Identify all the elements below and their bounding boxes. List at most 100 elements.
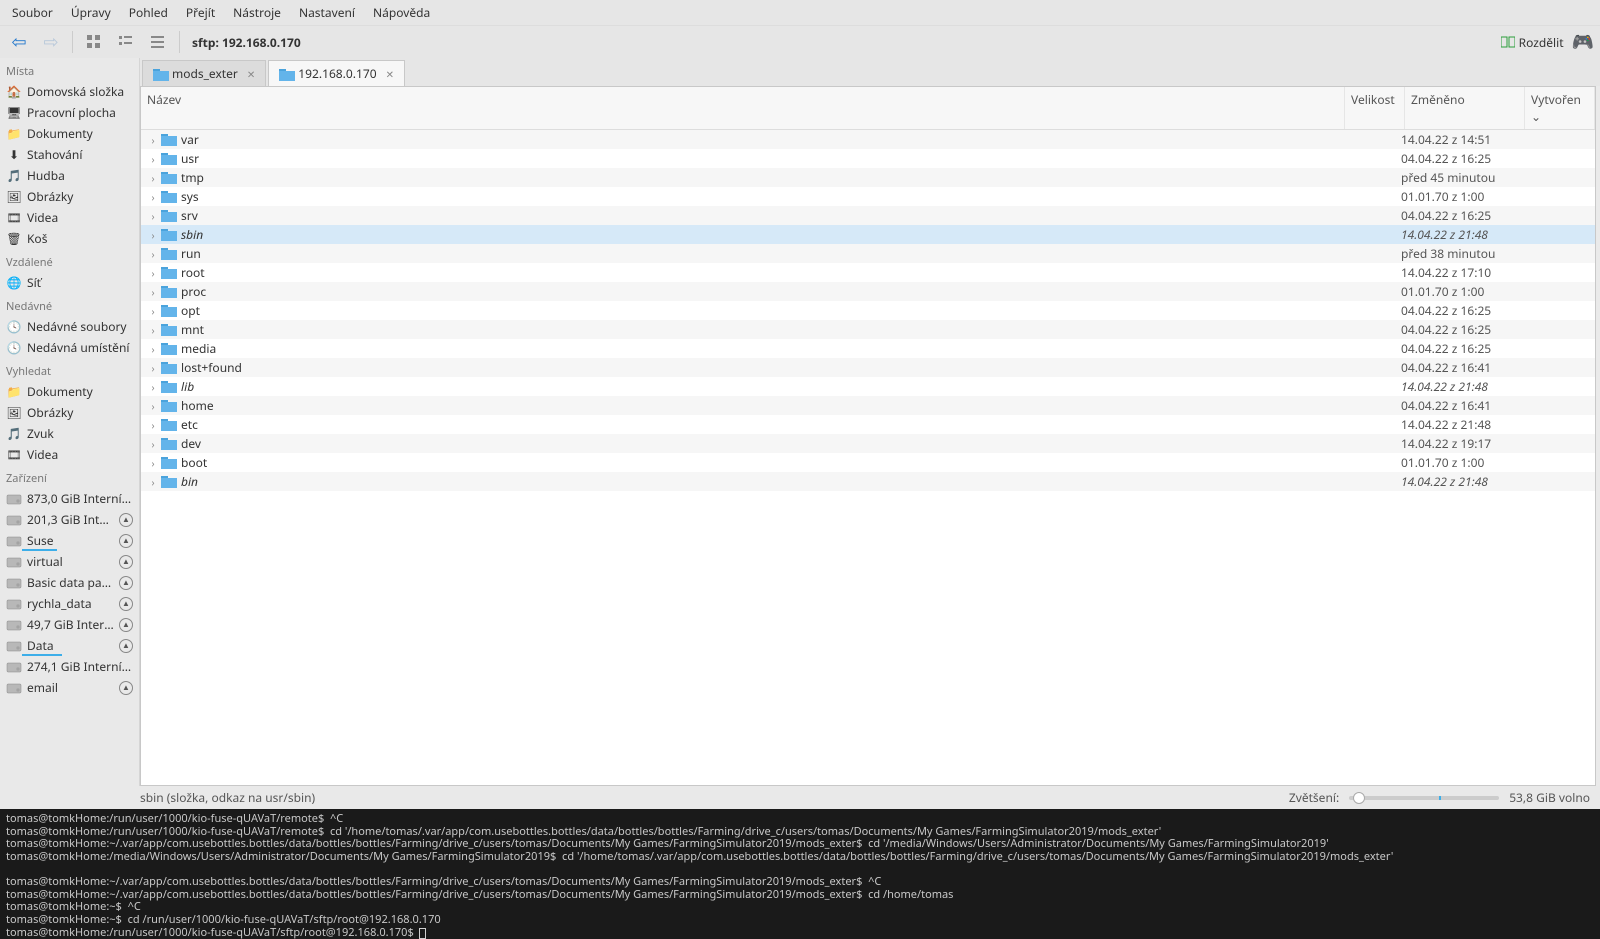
expand-icon[interactable]: › [147, 171, 159, 185]
view-icons-button[interactable] [81, 29, 107, 55]
sidebar-item[interactable]: 🖼Obrázky [0, 402, 139, 423]
file-row[interactable]: ›etc14.04.22 z 21:48 [141, 415, 1595, 434]
eject-icon[interactable]: ▲ [119, 681, 133, 695]
menu-edit[interactable]: Úpravy [71, 4, 111, 21]
forward-button[interactable]: ⇨ [38, 29, 64, 55]
eject-icon[interactable]: ▲ [119, 576, 133, 590]
file-row[interactable]: ›boot01.01.70 z 1:00 [141, 453, 1595, 472]
sidebar-item[interactable]: rychla_data▲ [0, 593, 139, 614]
file-row[interactable]: ›sys01.01.70 z 1:00 [141, 187, 1595, 206]
menu-settings[interactable]: Nastavení [299, 4, 355, 21]
close-icon[interactable]: ✕ [247, 67, 255, 81]
expand-icon[interactable]: › [147, 456, 159, 470]
sidebar-item[interactable]: 🖼Obrázky [0, 186, 139, 207]
sidebar-item[interactable]: 🕓Nedávné soubory [0, 316, 139, 337]
sidebar-item[interactable]: Data▲ [0, 635, 139, 656]
expand-icon[interactable]: › [147, 209, 159, 223]
file-row[interactable]: ›bin14.04.22 z 21:48 [141, 472, 1595, 491]
menu-view[interactable]: Pohled [129, 4, 168, 21]
sidebar-item[interactable]: 🎵Hudba [0, 165, 139, 186]
expand-icon[interactable]: › [147, 361, 159, 375]
expand-icon[interactable]: › [147, 323, 159, 337]
controller-icon[interactable]: 🎮 [1572, 30, 1594, 54]
column-modified[interactable]: Změněno [1405, 87, 1525, 129]
eject-icon[interactable]: ▲ [119, 639, 133, 653]
back-button[interactable]: ⇦ [6, 29, 32, 55]
split-button[interactable]: Rozdělit [1501, 34, 1564, 51]
expand-icon[interactable]: › [147, 190, 159, 204]
file-modified: 14.04.22 z 21:48 [1401, 416, 1521, 433]
file-row[interactable]: ›dev14.04.22 z 19:17 [141, 434, 1595, 453]
zoom-slider[interactable] [1349, 796, 1499, 800]
expand-icon[interactable]: › [147, 418, 159, 432]
expand-icon[interactable]: › [147, 266, 159, 280]
menu-help[interactable]: Nápověda [373, 4, 430, 21]
sidebar-item[interactable]: 🏠Domovská složka [0, 81, 139, 102]
expand-icon[interactable]: › [147, 342, 159, 356]
menu-tools[interactable]: Nástroje [233, 4, 281, 21]
sidebar-item[interactable]: 201,3 GiB Interní …▲ [0, 509, 139, 530]
sidebar-item[interactable]: 274,1 GiB Interní mec… [0, 656, 139, 677]
sidebar-item[interactable]: 🖥Pracovní plocha [0, 102, 139, 123]
menu-file[interactable]: Soubor [12, 4, 53, 21]
file-row[interactable]: ›srv04.04.22 z 16:25 [141, 206, 1595, 225]
sidebar-item[interactable]: ⬇Stahování [0, 144, 139, 165]
file-row[interactable]: ›media04.04.22 z 16:25 [141, 339, 1595, 358]
eject-icon[interactable]: ▲ [119, 555, 133, 569]
menu-go[interactable]: Přejít [186, 4, 215, 21]
expand-icon[interactable]: › [147, 228, 159, 242]
close-icon[interactable]: ✕ [386, 67, 394, 81]
tab[interactable]: 192.168.0.170✕ [268, 60, 405, 87]
sidebar-item[interactable]: virtual▲ [0, 551, 139, 572]
folder-icon [161, 361, 177, 375]
view-details-button[interactable] [145, 29, 171, 55]
column-size[interactable]: Velikost [1345, 87, 1405, 129]
file-row[interactable]: ›usr04.04.22 z 16:25 [141, 149, 1595, 168]
address-bar[interactable]: sftp: 192.168.0.170 [188, 34, 301, 51]
expand-icon[interactable]: › [147, 285, 159, 299]
view-compact-button[interactable] [113, 29, 139, 55]
expand-icon[interactable]: › [147, 437, 159, 451]
terminal-panel[interactable]: tomas@tomkHome:/run/user/1000/kio-fuse-q… [0, 809, 1600, 939]
sidebar-item[interactable]: 873,0 GiB Interní mec… [0, 488, 139, 509]
file-row[interactable]: ›root14.04.22 z 17:10 [141, 263, 1595, 282]
file-row[interactable]: ›tmppřed 45 minutou [141, 168, 1595, 187]
sidebar-item[interactable]: 🎵Zvuk [0, 423, 139, 444]
eject-icon[interactable]: ▲ [119, 534, 133, 548]
sidebar-item[interactable]: 🎞Videa [0, 444, 139, 465]
sidebar-item[interactable]: 🕓Nedávná umístění [0, 337, 139, 358]
eject-icon[interactable]: ▲ [119, 513, 133, 527]
file-row[interactable]: ›home04.04.22 z 16:41 [141, 396, 1595, 415]
file-list[interactable]: Název Velikost Změněno Vytvořen ⌄ ›var14… [140, 86, 1596, 786]
sidebar-item[interactable]: email▲ [0, 677, 139, 698]
expand-icon[interactable]: › [147, 152, 159, 166]
expand-icon[interactable]: › [147, 380, 159, 394]
sidebar-item[interactable]: 49,7 GiB Interní m…▲ [0, 614, 139, 635]
expand-icon[interactable]: › [147, 247, 159, 261]
file-row[interactable]: ›opt04.04.22 z 16:25 [141, 301, 1595, 320]
sidebar-item[interactable]: Basic data partition▲ [0, 572, 139, 593]
file-row[interactable]: ›var14.04.22 z 14:51 [141, 130, 1595, 149]
sidebar-item[interactable]: 🌐Síť [0, 272, 139, 293]
file-row[interactable]: ›lost+found04.04.22 z 16:41 [141, 358, 1595, 377]
file-row[interactable]: ›proc01.01.70 z 1:00 [141, 282, 1595, 301]
eject-icon[interactable]: ▲ [119, 618, 133, 632]
column-created[interactable]: Vytvořen ⌄ [1525, 87, 1595, 129]
sidebar-item[interactable]: Suse▲ [0, 530, 139, 551]
expand-icon[interactable]: › [147, 475, 159, 489]
expand-icon[interactable]: › [147, 399, 159, 413]
sidebar-item[interactable]: 📁Dokumenty [0, 381, 139, 402]
column-name[interactable]: Název [141, 87, 1345, 129]
file-row[interactable]: ›sbin14.04.22 z 21:48 [141, 225, 1595, 244]
slider-thumb[interactable] [1353, 792, 1365, 804]
sidebar-item[interactable]: 🎞Videa [0, 207, 139, 228]
tab[interactable]: mods_exter✕ [142, 60, 266, 86]
sidebar-item[interactable]: 📁Dokumenty [0, 123, 139, 144]
expand-icon[interactable]: › [147, 304, 159, 318]
file-row[interactable]: ›mnt04.04.22 z 16:25 [141, 320, 1595, 339]
file-row[interactable]: ›runpřed 38 minutou [141, 244, 1595, 263]
expand-icon[interactable]: › [147, 133, 159, 147]
sidebar-item[interactable]: 🗑Koš [0, 228, 139, 249]
eject-icon[interactable]: ▲ [119, 597, 133, 611]
file-row[interactable]: ›lib14.04.22 z 21:48 [141, 377, 1595, 396]
